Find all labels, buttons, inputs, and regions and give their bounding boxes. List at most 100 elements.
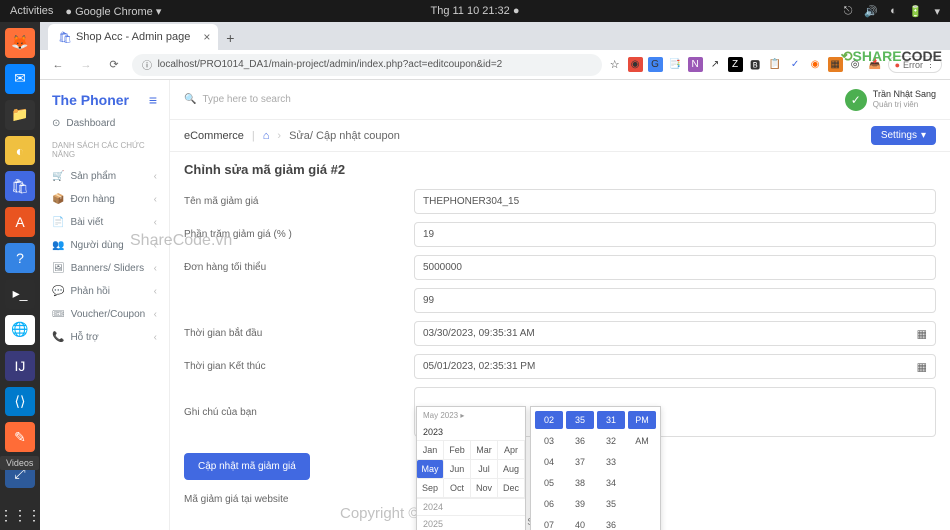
terminal-icon[interactable]: ▸_: [5, 279, 35, 309]
browser-tab[interactable]: 🛍 Shop Acc - Admin page ×: [48, 24, 218, 50]
calendar-icon[interactable]: ▦: [917, 360, 927, 373]
help-icon[interactable]: ?: [5, 243, 35, 273]
sidebar-item[interactable]: 📞Hỗ trợ‹: [40, 326, 169, 349]
url-input[interactable]: ⓘ localhost/PRO1014_DA1/main-project/adm…: [132, 54, 602, 76]
forward-button[interactable]: →: [76, 55, 96, 75]
input-qty[interactable]: 99: [414, 288, 936, 313]
dp-month[interactable]: Aug: [498, 460, 525, 479]
dp-month[interactable]: Apr: [498, 441, 525, 460]
dp-month[interactable]: Mar: [471, 441, 498, 460]
input-name[interactable]: THEPHONER304_15: [414, 189, 936, 214]
tp-option[interactable]: 03: [535, 432, 563, 450]
tray-icon[interactable]: 🔊: [864, 5, 878, 18]
home-icon[interactable]: ⌂: [263, 130, 270, 142]
ext-icon[interactable]: N: [688, 57, 703, 72]
tp-option[interactable]: [628, 453, 656, 471]
tp-selected[interactable]: 31: [597, 411, 625, 429]
close-tab-icon[interactable]: ×: [203, 30, 210, 44]
dp-year-option[interactable]: 2025: [417, 515, 525, 530]
sidebar-item[interactable]: 🛒Sản phẩm‹: [40, 165, 169, 188]
ext-icon[interactable]: ◉: [628, 57, 643, 72]
user-menu[interactable]: ✓ Trần Nhật Sang Quản trị viên: [845, 89, 936, 111]
dp-month[interactable]: Jan: [417, 441, 444, 460]
sidebar-item[interactable]: 📦Đơn hàng‹: [40, 188, 169, 211]
settings-button[interactable]: Settings▾: [871, 126, 936, 145]
breadcrumb-root[interactable]: eCommerce: [184, 130, 244, 142]
dp-header[interactable]: May 2023 ▸: [417, 407, 525, 424]
sidebar-item[interactable]: 🖼Banners/ Sliders‹: [40, 257, 169, 280]
tp-option[interactable]: 06: [535, 495, 563, 513]
tp-option[interactable]: [628, 474, 656, 492]
thunderbird-icon[interactable]: ✉: [5, 64, 35, 94]
tp-option[interactable]: 36: [566, 432, 594, 450]
tp-option[interactable]: 39: [566, 495, 594, 513]
software-icon[interactable]: A: [5, 207, 35, 237]
app-logo[interactable]: The Phoner ≡: [40, 88, 169, 112]
ext-icon[interactable]: 📑: [668, 57, 683, 72]
tp-option[interactable]: 33: [597, 453, 625, 471]
tp-option[interactable]: 37: [566, 453, 594, 471]
submit-button[interactable]: Cập nhật mã giảm giá: [184, 453, 310, 480]
dp-month[interactable]: Nov: [471, 479, 498, 498]
dp-month[interactable]: Feb: [444, 441, 471, 460]
tp-option[interactable]: 07: [535, 516, 563, 530]
tp-option[interactable]: [628, 495, 656, 513]
tp-option[interactable]: AM: [628, 432, 656, 450]
hamburger-icon[interactable]: ≡: [149, 92, 157, 108]
tray-icon[interactable]: ⎋: [844, 5, 853, 18]
system-time[interactable]: Thg 11 10 21:32 ●: [430, 5, 519, 17]
sidebar-item[interactable]: 📄Bài viết‹: [40, 211, 169, 234]
ext-icon[interactable]: 🅱: [748, 57, 763, 72]
dp-current-year[interactable]: 2023: [417, 424, 525, 441]
dp-month[interactable]: May: [417, 460, 444, 479]
tray-icon[interactable]: 🔋: [909, 5, 923, 18]
bookmark-icon[interactable]: ☆: [610, 58, 620, 71]
sidebar-item[interactable]: 👥Người dùng‹: [40, 234, 169, 257]
search-input[interactable]: 🔍 Type here to search: [184, 94, 835, 105]
app-icon[interactable]: 🛍: [5, 171, 35, 201]
input-start-date[interactable]: 03/30/2023, 09:35:31 AM▦: [414, 321, 936, 346]
tp-selected[interactable]: 02: [535, 411, 563, 429]
reload-button[interactable]: ⟳: [104, 55, 124, 75]
firefox-icon[interactable]: 🦊: [5, 28, 35, 58]
tp-option[interactable]: 04: [535, 453, 563, 471]
ext-icon[interactable]: 📋: [768, 57, 783, 72]
new-tab-button[interactable]: +: [218, 26, 242, 50]
tp-option[interactable]: 40: [566, 516, 594, 530]
tray-icon[interactable]: ▾: [934, 5, 940, 18]
postman-icon[interactable]: ✎: [5, 422, 35, 452]
tp-option[interactable]: 38: [566, 474, 594, 492]
dp-month[interactable]: Sep: [417, 479, 444, 498]
back-button[interactable]: ←: [48, 55, 68, 75]
tp-option[interactable]: [628, 516, 656, 530]
dp-month[interactable]: Dec: [498, 479, 525, 498]
input-end-date[interactable]: 05/01/2023, 02:35:31 PM▦: [414, 354, 936, 379]
chrome-indicator[interactable]: ● Google Chrome ▾: [65, 5, 161, 18]
ext-icon[interactable]: ◉: [808, 57, 823, 72]
ext-icon[interactable]: ✓: [788, 57, 803, 72]
chrome-icon[interactable]: 🌐: [5, 315, 35, 345]
apps-grid-icon[interactable]: ⋮⋮⋮: [5, 500, 35, 530]
app-icon[interactable]: ◐: [5, 136, 35, 166]
tp-option[interactable]: 05: [535, 474, 563, 492]
calendar-icon[interactable]: ▦: [917, 327, 927, 340]
tp-selected[interactable]: PM: [628, 411, 656, 429]
sidebar-item[interactable]: 💬Phản hồi‹: [40, 280, 169, 303]
ext-icon[interactable]: G: [648, 57, 663, 72]
tp-option[interactable]: 34: [597, 474, 625, 492]
sidebar-item[interactable]: 🎟Voucher/Coupon‹: [40, 303, 169, 326]
dp-year-option[interactable]: 2024: [417, 498, 525, 515]
tp-option[interactable]: 32: [597, 432, 625, 450]
date-picker-popup[interactable]: May 2023 ▸ 2023 JanFebMarApr MayJunJulAug…: [416, 406, 526, 530]
tray-icon[interactable]: ◐: [890, 5, 897, 17]
activities-label[interactable]: Activities: [10, 5, 53, 17]
dp-month[interactable]: Jul: [471, 460, 498, 479]
vscode-icon[interactable]: ⟨⟩: [5, 387, 35, 417]
files-icon[interactable]: 📁: [5, 100, 35, 130]
dp-month[interactable]: Jun: [444, 460, 471, 479]
tp-option[interactable]: 36: [597, 516, 625, 530]
ext-icon[interactable]: ↗: [708, 57, 723, 72]
tp-option[interactable]: 35: [597, 495, 625, 513]
dp-month[interactable]: Oct: [444, 479, 471, 498]
input-min-order[interactable]: 5000000: [414, 255, 936, 280]
